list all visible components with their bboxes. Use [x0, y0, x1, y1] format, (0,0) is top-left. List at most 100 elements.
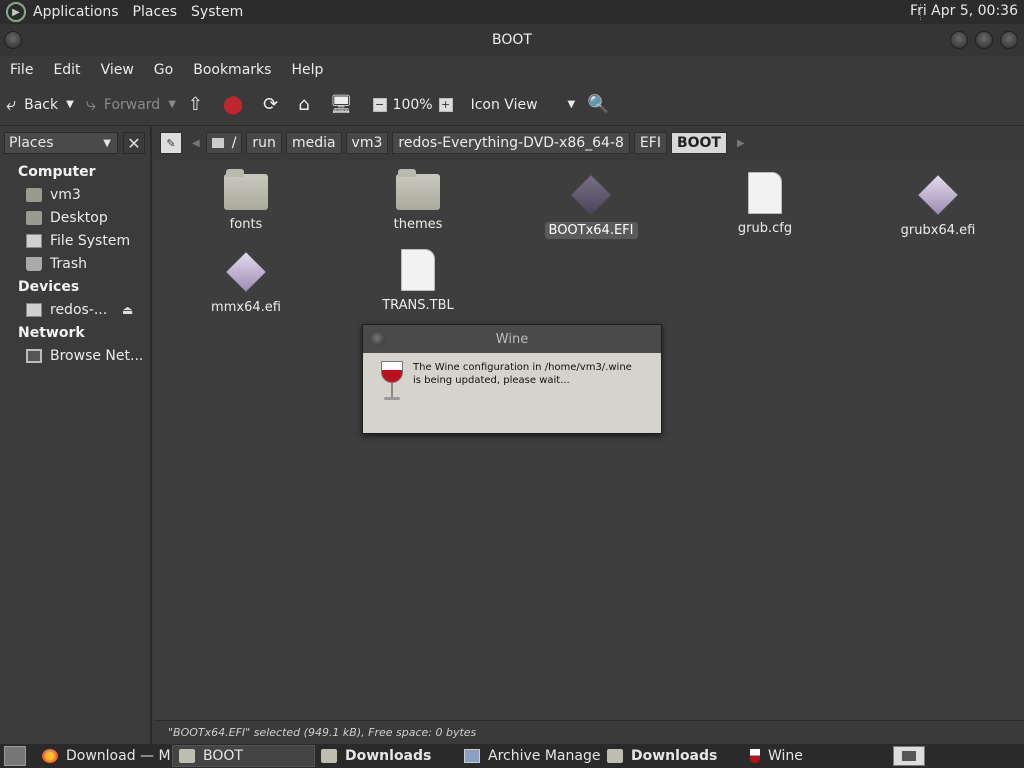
close-sidebar-button[interactable]: ✕ [123, 132, 145, 154]
wine-dialog-message: The Wine configuration in /home/vm3/.win… [413, 362, 632, 386]
sidebar-item-file-system[interactable]: File System [26, 233, 150, 249]
menu-applications[interactable]: Applications [26, 4, 126, 20]
executable-icon [916, 173, 960, 217]
search-button[interactable]: 🔍 [581, 84, 623, 126]
reload-button[interactable]: ⟳ [257, 84, 292, 126]
search-icon: 🔍 [587, 94, 610, 115]
menu-go[interactable]: Go [144, 62, 183, 78]
zoom-level[interactable]: 100% [393, 97, 433, 113]
computer-button[interactable]: 🖥 [324, 84, 367, 126]
file-item-fonts[interactable]: fonts [186, 169, 306, 233]
wine-dialog-menu-button[interactable] [369, 330, 385, 346]
crumb-efi[interactable]: EFI [633, 132, 667, 154]
menu-view[interactable]: View [91, 62, 144, 78]
stop-icon: ⬤ [223, 94, 244, 115]
view-mode-select[interactable]: Icon View ▼ [465, 84, 582, 126]
wine-dialog-titlebar[interactable]: Wine [363, 325, 661, 353]
menu-edit[interactable]: Edit [43, 62, 90, 78]
minimize-button[interactable] [950, 31, 968, 49]
wine-glass-icon [381, 361, 403, 405]
file-item-grubx64-efi[interactable]: grubx64.efi [878, 173, 998, 239]
wine-dialog-title: Wine [495, 331, 529, 347]
file-name: grub.cfg [737, 221, 793, 236]
file-name: BOOTx64.EFI [544, 222, 638, 239]
back-history-dropdown-icon[interactable]: ▼ [66, 99, 74, 110]
toggle-location-entry-button[interactable]: ✎ [160, 132, 182, 154]
zoom-out-icon[interactable]: − [372, 97, 387, 112]
crumb-media[interactable]: media [285, 132, 342, 154]
places-sidebar: Places ▼ ✕ Computer vm3 Desktop File Sys… [0, 127, 152, 745]
file-item-mmx64-efi[interactable]: mmx64.efi [186, 250, 306, 316]
document-icon [748, 172, 782, 214]
maximize-button[interactable] [975, 31, 993, 49]
task-boot[interactable]: BOOT [172, 745, 315, 767]
task-downloads-2[interactable]: Downloads [601, 745, 744, 767]
menu-help[interactable]: Help [281, 62, 333, 78]
section-computer: Computer [18, 164, 96, 180]
home-button[interactable]: ⌂ [292, 84, 323, 126]
sidebar-item-desktop[interactable]: Desktop [26, 210, 150, 226]
task-downloads-1[interactable]: Downloads [315, 745, 458, 767]
path-scroll-left-icon[interactable]: ◀ [192, 138, 200, 149]
status-bar: "BOOTx64.EFI" selected (949.1 kB), Free … [154, 720, 1024, 744]
file-item-bootx64-efi[interactable]: BOOTx64.EFI [531, 173, 651, 239]
clock[interactable]: Fri Apr 5, 00:36 [910, 3, 1018, 19]
workspace-switcher[interactable] [893, 746, 925, 766]
view-mode-dropdown-icon: ▼ [567, 99, 576, 110]
task-label: Download — M... [66, 748, 172, 764]
sidebar-item-label: Desktop [50, 210, 108, 226]
taskbar: Download — M... BOOT Downloads Archive M… [0, 744, 1024, 768]
sidebar-item-trash[interactable]: Trash [26, 256, 150, 272]
crumb-redos-dvd[interactable]: redos-Everything-DVD-x86_64-8 [392, 132, 630, 154]
folder-icon [224, 169, 268, 210]
task-archive-manager[interactable]: Archive Manager [458, 745, 601, 767]
reload-icon: ⟳ [263, 94, 279, 115]
file-item-themes[interactable]: themes [358, 169, 478, 233]
distro-logo-icon[interactable]: ▶ [6, 2, 26, 22]
path-scroll-right-icon[interactable]: ▶ [737, 138, 745, 149]
task-label: Wine [768, 748, 803, 764]
stop-button[interactable]: ⬤ [217, 84, 257, 126]
crumb-vm3[interactable]: vm3 [345, 132, 389, 154]
menubar: File Edit View Go Bookmarks Help [0, 56, 1024, 84]
section-network: Network [18, 325, 85, 341]
menu-system[interactable]: System [184, 4, 250, 20]
folder-icon [321, 749, 337, 763]
task-download-firefox[interactable]: Download — M... [36, 745, 172, 767]
folder-icon [607, 749, 623, 763]
file-view[interactable]: fonts themes BOOTx64.EFI grub.cfg grubx6… [154, 160, 1024, 720]
forward-history-dropdown-icon[interactable]: ▼ [168, 99, 176, 110]
task-wine[interactable]: Wine [744, 745, 874, 767]
eject-icon[interactable]: ⏏ [122, 303, 133, 317]
view-mode-label: Icon View [470, 96, 538, 113]
file-item-trans-tbl[interactable]: TRANS.TBL [358, 249, 478, 314]
menu-places[interactable]: Places [126, 4, 185, 20]
crumb-run[interactable]: run [246, 132, 282, 154]
sidebar-item-browse-network[interactable]: Browse Net... [26, 348, 150, 364]
show-desktop-button[interactable] [4, 746, 26, 766]
desktop-folder-icon [26, 211, 42, 225]
forward-button[interactable]: ⤷ Forward ▼ [80, 84, 182, 126]
executable-icon [224, 250, 268, 294]
sidebar-item-label: Trash [50, 256, 87, 272]
archive-icon [464, 749, 480, 763]
trash-icon [26, 257, 42, 271]
sidebar-type-select[interactable]: Places ▼ [4, 132, 118, 154]
sidebar-item-label: Browse Net... [50, 348, 144, 364]
up-button[interactable]: ⇧ [182, 84, 217, 126]
wine-dialog: Wine The Wine configuration in /home/vm3… [362, 324, 662, 434]
sidebar-item-vm3[interactable]: vm3 [26, 187, 150, 203]
zoom-in-icon[interactable]: + [438, 97, 453, 112]
home-icon: ⌂ [298, 94, 310, 115]
close-button[interactable] [1000, 31, 1018, 49]
menu-bookmarks[interactable]: Bookmarks [183, 62, 281, 78]
window-titlebar[interactable]: BOOT [0, 24, 1024, 56]
crumb-root[interactable]: / [205, 132, 243, 154]
window-menu-button[interactable] [4, 31, 22, 49]
menu-file[interactable]: File [0, 62, 43, 78]
sidebar-type-label: Places [9, 135, 54, 151]
crumb-boot[interactable]: BOOT [670, 132, 727, 154]
path-bar: ✎ ◀ / run media vm3 redos-Everything-DVD… [156, 127, 1024, 159]
back-button[interactable]: ⤶ Back ▼ [0, 84, 80, 126]
file-item-grub-cfg[interactable]: grub.cfg [705, 172, 825, 237]
